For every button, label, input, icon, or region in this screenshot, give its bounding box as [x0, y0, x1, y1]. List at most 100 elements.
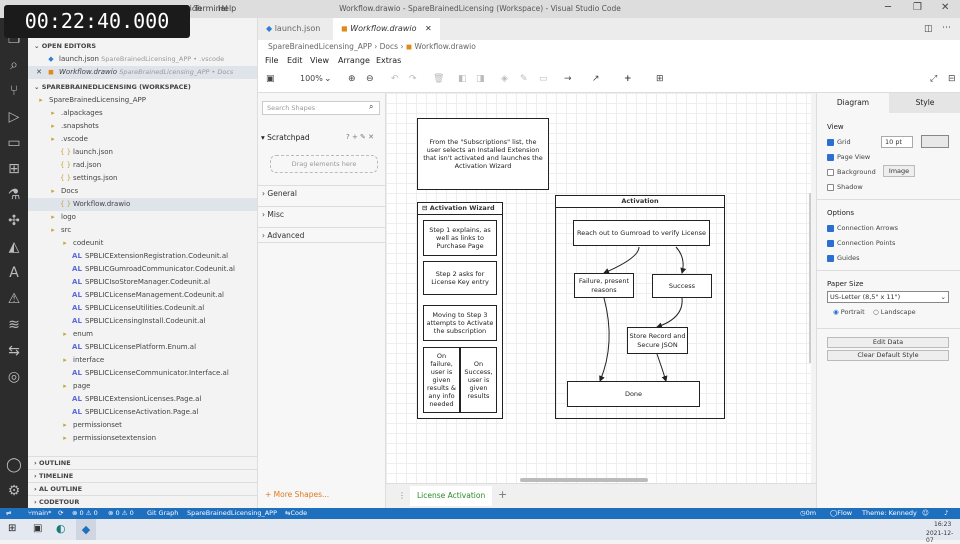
tree-item[interactable]: ▸ interface: [28, 354, 257, 367]
scratchpad-drop-zone[interactable]: Drag elements here: [270, 155, 378, 173]
close-icon[interactable]: ✕: [35, 66, 43, 79]
tab-style[interactable]: Style: [889, 93, 960, 113]
open-editor-workflow-drawio[interactable]: ✕ ◼ Workflow.drawio SpareBrainedLicensing_…: [28, 66, 257, 79]
time-tracker[interactable]: ◷ 0m: [800, 508, 816, 519]
sync-icon[interactable]: ⟳: [58, 508, 63, 519]
remote-icon[interactable]: ▭: [5, 134, 23, 152]
puzzle-icon[interactable]: ✣: [5, 212, 23, 230]
collapse-icon[interactable]: ⊟: [948, 74, 956, 84]
tree-item[interactable]: AL SPBLICLicenseManagement.Codeunit.al: [28, 289, 257, 302]
branch-indicator[interactable]: ⑂ main*: [28, 508, 51, 519]
tree-item[interactable]: AL SPBLICLicensingInstall.Codeunit.al: [28, 315, 257, 328]
insert-icon[interactable]: +: [624, 74, 632, 84]
redo-icon[interactable]: ↷: [409, 74, 417, 84]
testing-icon[interactable]: ⚗: [5, 186, 23, 204]
horizontal-scrollbar[interactable]: [520, 478, 648, 482]
search-icon[interactable]: ⌕: [369, 102, 373, 112]
wizard-failure[interactable]: On failure, user is given results & any …: [423, 347, 460, 413]
menu-extras[interactable]: Extras: [376, 54, 401, 68]
menu-edit[interactable]: Edit: [287, 54, 303, 68]
grid-size-input[interactable]: 10 pt: [881, 136, 913, 148]
landscape-radio[interactable]: ○ Landscape: [873, 308, 916, 316]
menu-view[interactable]: View: [310, 54, 329, 68]
wizard-step-1[interactable]: Step 1 explains, as well as links to Pur…: [423, 220, 497, 256]
to-back-icon[interactable]: ◨: [476, 74, 485, 84]
workspace-header[interactable]: ⌄ SPAREBRAINEDLICENSING (WORKSPACE): [28, 81, 257, 93]
tree-item[interactable]: { } launch.json: [28, 146, 257, 159]
tab-launch-json[interactable]: ◆ launch.json: [258, 18, 328, 40]
background-checkbox[interactable]: Background: [827, 168, 876, 176]
vscode-taskbar-icon[interactable]: ◆: [76, 519, 96, 540]
diagram-canvas[interactable]: From the "Subscriptions" list, the user …: [386, 93, 811, 483]
notifications-icon[interactable]: ♪: [944, 508, 948, 519]
edit-data-button[interactable]: Edit Data: [827, 337, 949, 348]
tree-item[interactable]: ▸ .snapshots: [28, 120, 257, 133]
edge-browser-icon[interactable]: ◐: [56, 522, 66, 535]
more-shapes-button[interactable]: + More Shapes...: [265, 490, 329, 499]
wizard-step-3[interactable]: Moving to Step 3 attempts to Activate th…: [423, 305, 497, 341]
to-front-icon[interactable]: ◧: [458, 74, 467, 84]
store-record-box[interactable]: Store Record and Secure JSON: [627, 327, 688, 354]
breadcrumb-app[interactable]: SpareBrainedLicensing_APP: [268, 42, 372, 51]
tree-item[interactable]: ▸ Docs: [28, 185, 257, 198]
tree-item[interactable]: ▸ src: [28, 224, 257, 237]
breadcrumb-docs[interactable]: Docs: [380, 42, 398, 51]
search-icon[interactable]: ⌕: [5, 56, 23, 74]
wizard-step-2[interactable]: Step 2 asks for License Key entry: [423, 261, 497, 295]
page-tab-license-activation[interactable]: License Activation: [410, 486, 493, 506]
extensions-icon[interactable]: ⊞: [5, 160, 23, 178]
more-actions-icon[interactable]: ⋯: [942, 23, 951, 33]
tree-item[interactable]: AL SPBLICExtensionRegistration.Codeunit.a…: [28, 250, 257, 263]
git-graph-button[interactable]: Git Graph: [147, 508, 178, 519]
account-icon[interactable]: ◯: [5, 456, 23, 474]
collapse-icon[interactable]: ⊟: [422, 204, 427, 212]
connection-arrows-checkbox[interactable]: Connection Arrows: [827, 224, 898, 232]
menu-arrange[interactable]: Arrange: [338, 54, 370, 68]
problems-indicator-2[interactable]: ⊗ 0 ⚠ 0: [108, 508, 134, 519]
done-box[interactable]: Done: [567, 381, 700, 407]
workspace-indicator[interactable]: SpareBrainedLicensing_APP: [187, 508, 277, 519]
chevron-down-icon[interactable]: ⌄: [324, 74, 332, 84]
tree-item[interactable]: ▸ page: [28, 380, 257, 393]
scratchpad-header[interactable]: ▾ Scratchpad: [261, 133, 310, 142]
tree-item[interactable]: AL SPBLICIsoStoreManager.Codeunit.al: [28, 276, 257, 289]
undo-icon[interactable]: ↶: [391, 74, 399, 84]
tab-diagram[interactable]: Diagram: [817, 93, 889, 113]
tree-item[interactable]: ▸ .vscode: [28, 133, 257, 146]
minimize-icon[interactable]: ─: [885, 2, 891, 13]
tree-item[interactable]: AL SPBLICLicensePlatform.Enum.al: [28, 341, 257, 354]
diagram-intro-box[interactable]: From the "Subscriptions" list, the user …: [417, 118, 549, 190]
al-icon[interactable]: A: [5, 264, 23, 282]
scratchpad-tools-icon[interactable]: ? + ✎ ✕: [346, 133, 374, 141]
open-editor-launch-json[interactable]: ◆ launch.json SpareBrainedLicensing_APP •…: [28, 53, 257, 66]
bulb-icon[interactable]: ◎: [5, 368, 23, 386]
flow-indicator[interactable]: ◯ Flow: [830, 508, 852, 519]
close-icon[interactable]: ✕: [941, 2, 949, 13]
split-editor-icon[interactable]: ◫: [924, 24, 933, 34]
table-icon[interactable]: ⊞: [656, 74, 664, 84]
maximize-icon[interactable]: ❐: [913, 2, 922, 13]
docker-icon[interactable]: ≋: [5, 316, 23, 334]
tree-item[interactable]: AL SPBLICGumroadCommunicator.Codeunit.al: [28, 263, 257, 276]
connection-points-checkbox[interactable]: Connection Points: [827, 239, 895, 247]
fill-color-icon[interactable]: ◈: [501, 74, 508, 84]
open-editors-header[interactable]: ⌄ OPEN EDITORS: [28, 40, 257, 52]
azure-icon[interactable]: ◭: [5, 238, 23, 256]
wizard-success[interactable]: On Success, user is given results: [460, 347, 497, 413]
grid-color-swatch[interactable]: [921, 135, 949, 148]
problems-indicator[interactable]: ⊗ 0 ⚠ 0: [72, 508, 98, 519]
search-shapes-input[interactable]: Search Shapes: [262, 101, 380, 115]
tree-item[interactable]: AL SPBLICLicenseActivation.Page.al: [28, 406, 257, 419]
tree-item[interactable]: AL SPBLICLicenseCommunicator.Interface.al: [28, 367, 257, 380]
clear-default-style-button[interactable]: Clear Default Style: [827, 350, 949, 361]
windows-start-icon[interactable]: ⊞: [8, 523, 16, 534]
tree-item[interactable]: ▸ codeunit: [28, 237, 257, 250]
tree-item[interactable]: ▸ SpareBrainedLicensing_APP: [28, 94, 257, 107]
zoom-in-icon[interactable]: ⊕: [348, 74, 356, 84]
shadow-checkbox[interactable]: Shadow: [827, 183, 863, 191]
feedback-icon[interactable]: ☺: [922, 508, 929, 519]
vertical-scrollbar[interactable]: [809, 193, 811, 363]
image-button[interactable]: Image: [883, 165, 915, 177]
line-color-icon[interactable]: ✎: [520, 74, 528, 84]
source-control-icon[interactable]: ⑂: [5, 82, 23, 100]
